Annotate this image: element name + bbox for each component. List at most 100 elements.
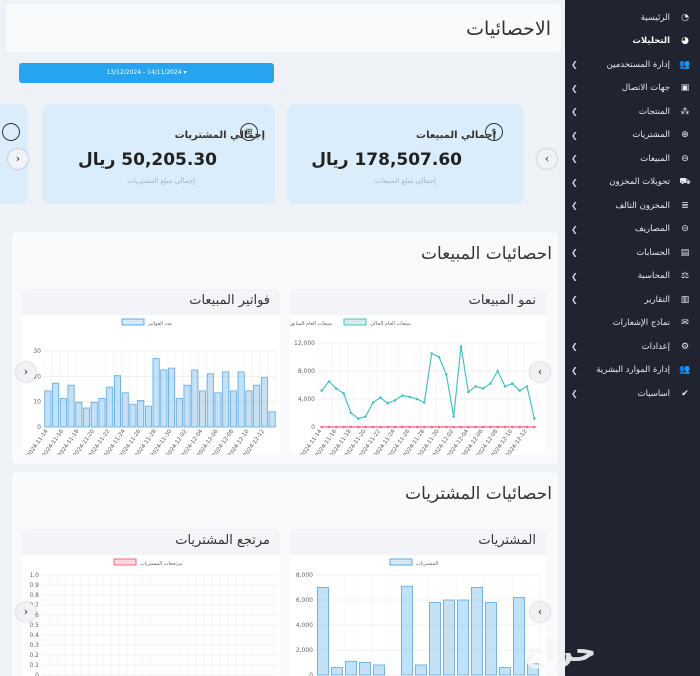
check-circle-icon: ✔	[681, 388, 689, 399]
carousel-next-button[interactable]: ‹	[537, 149, 557, 169]
gear-icon: ⚙	[680, 341, 690, 352]
data-point	[445, 373, 448, 376]
chevron-left-icon: ❮	[571, 389, 578, 399]
chart-title: فواتير المبيعات	[22, 289, 280, 315]
sidebar-item[interactable]: ◕ التحليلات	[565, 30, 700, 54]
legend-label: المشتريات	[416, 561, 438, 567]
y-tick-label: 0	[35, 672, 39, 676]
chevron-left-icon: ❮	[571, 342, 578, 352]
chart-carousel-prev-button-2[interactable]: ›	[16, 602, 36, 622]
sidebar-item[interactable]: ≣ المخزون التالف ❮	[565, 194, 700, 218]
sidebar-item-label: المبيعات	[640, 153, 670, 164]
data-point	[511, 382, 514, 385]
data-point	[327, 425, 331, 429]
purchases-svg: المشتريات02,0004,0006,0008,0002024-11-16…	[296, 558, 541, 676]
bar	[144, 405, 152, 428]
chevron-left-icon: ❮	[571, 295, 578, 305]
bar	[260, 377, 268, 428]
y-tick-label: 10	[33, 399, 41, 406]
sidebar-item-label: الرئيسية	[640, 12, 670, 23]
sidebar-item[interactable]: ⊖ المبيعات ❮	[565, 147, 700, 171]
sidebar: ◔ الرئيسية ◕ التحليلات 👥 إدارة المستخدمين ❮ ▣ جه…	[565, 0, 700, 676]
sidebar-item[interactable]: ⛟ تحويلات المخزون ❮	[565, 171, 700, 195]
chevron-left-icon: ❮	[571, 83, 578, 93]
truck-icon: ⛟	[679, 176, 691, 187]
carousel-prev-button[interactable]: ›	[8, 149, 28, 169]
y-tick-label: 4,000	[296, 622, 313, 629]
data-point	[327, 380, 331, 383]
stat-subtitle: إجمالي مبلغ المبيعات	[374, 177, 436, 185]
sales-growth-svg: مبيعات العام الحالي مبيعات العام السابق 0 4…	[290, 318, 539, 455]
sidebar-item[interactable]: ✉ نماذج الإشعارات	[565, 312, 700, 336]
sidebar-item-label: نماذج الإشعارات	[612, 318, 670, 329]
data-point	[518, 425, 521, 429]
sidebar-item[interactable]: 👥 إدارة الموارد البشرية ❮	[565, 359, 700, 383]
sidebar-item[interactable]: ▤ الحسابات ❮	[565, 241, 700, 265]
data-point	[481, 425, 485, 429]
data-point	[503, 425, 507, 429]
address-book-icon: ▣	[680, 83, 690, 94]
data-point	[386, 425, 389, 429]
bar	[67, 384, 75, 428]
y-tick-label: 0	[37, 424, 41, 431]
chart-carousel-prev-button[interactable]: ›	[16, 362, 36, 382]
bar	[113, 375, 121, 428]
data-point	[401, 425, 404, 429]
sidebar-item[interactable]: ⊝ المصاريف ❮	[565, 218, 700, 242]
sales-growth-chart: نمو المبيعات مبيعات العام الحالي مبيعات ا…	[290, 289, 546, 455]
data-point	[371, 401, 375, 404]
bar	[98, 398, 106, 428]
partial-icon	[2, 123, 20, 141]
bar	[428, 602, 441, 676]
stat-value: 178,507.60 ريال	[311, 150, 462, 170]
bar	[331, 667, 344, 676]
stat-card-total-purchases: ⊞ إجمالي المشتريات 50,205.30 ريال إجمالي…	[42, 104, 275, 204]
envelope-icon: ✉	[681, 318, 689, 329]
bar	[106, 386, 114, 428]
legend-swatch	[343, 318, 367, 326]
bar	[359, 662, 372, 676]
y-tick-label: 8,000	[298, 368, 315, 375]
sidebar-item[interactable]: ⊕ المشتريات ❮	[565, 124, 700, 148]
sidebar-item[interactable]: ▥ التقارير ❮	[565, 288, 700, 312]
data-point	[518, 389, 521, 392]
data-point	[496, 425, 499, 429]
y-tick-label: 30	[33, 348, 41, 355]
sidebar-item[interactable]: ✔ أساسيات ❮	[565, 382, 700, 406]
sidebar-item[interactable]: ◔ الرئيسية	[565, 6, 700, 30]
y-tick-label: 2,000	[296, 647, 313, 654]
sidebar-item-label: المشتريات	[632, 130, 670, 141]
bar	[442, 599, 455, 676]
sidebar-item[interactable]: ⁂ المنتجات ❮	[565, 100, 700, 124]
data-point	[467, 425, 470, 429]
bar	[191, 369, 199, 428]
sidebar-item[interactable]: ⚙ إعدادات ❮	[565, 335, 700, 359]
data-point	[393, 425, 397, 429]
data-point	[335, 425, 338, 429]
sidebar-item[interactable]: ⚖ المحاسبة ❮	[565, 265, 700, 289]
sidebar-item-label: التحليلات	[632, 36, 670, 47]
chart-carousel-next-button-2[interactable]: ‹	[530, 602, 550, 622]
data-point	[467, 390, 470, 394]
bar	[168, 367, 176, 428]
sidebar-item-label: إدارة المستخدمين	[606, 59, 670, 70]
bar	[59, 398, 67, 428]
data-point	[459, 345, 463, 348]
bar	[484, 602, 497, 676]
bar	[245, 390, 253, 428]
data-point	[364, 415, 367, 418]
data-point	[525, 385, 529, 388]
chart-carousel-next-button[interactable]: ‹	[530, 362, 550, 382]
sidebar-item[interactable]: 👥 إدارة المستخدمين ❮	[565, 53, 700, 77]
bar	[268, 411, 276, 428]
data-point	[503, 385, 507, 388]
bar	[83, 407, 91, 428]
data-point	[349, 411, 353, 415]
data-point	[423, 401, 426, 404]
data-point	[364, 425, 367, 429]
bar	[512, 597, 525, 676]
sidebar-item[interactable]: ▣ جهات الاتصال ❮	[565, 77, 700, 101]
date-range-button[interactable]: 13/12/2024 - 14/11/2024 ▾	[19, 63, 274, 83]
data-point	[474, 385, 477, 388]
data-point	[415, 425, 419, 429]
